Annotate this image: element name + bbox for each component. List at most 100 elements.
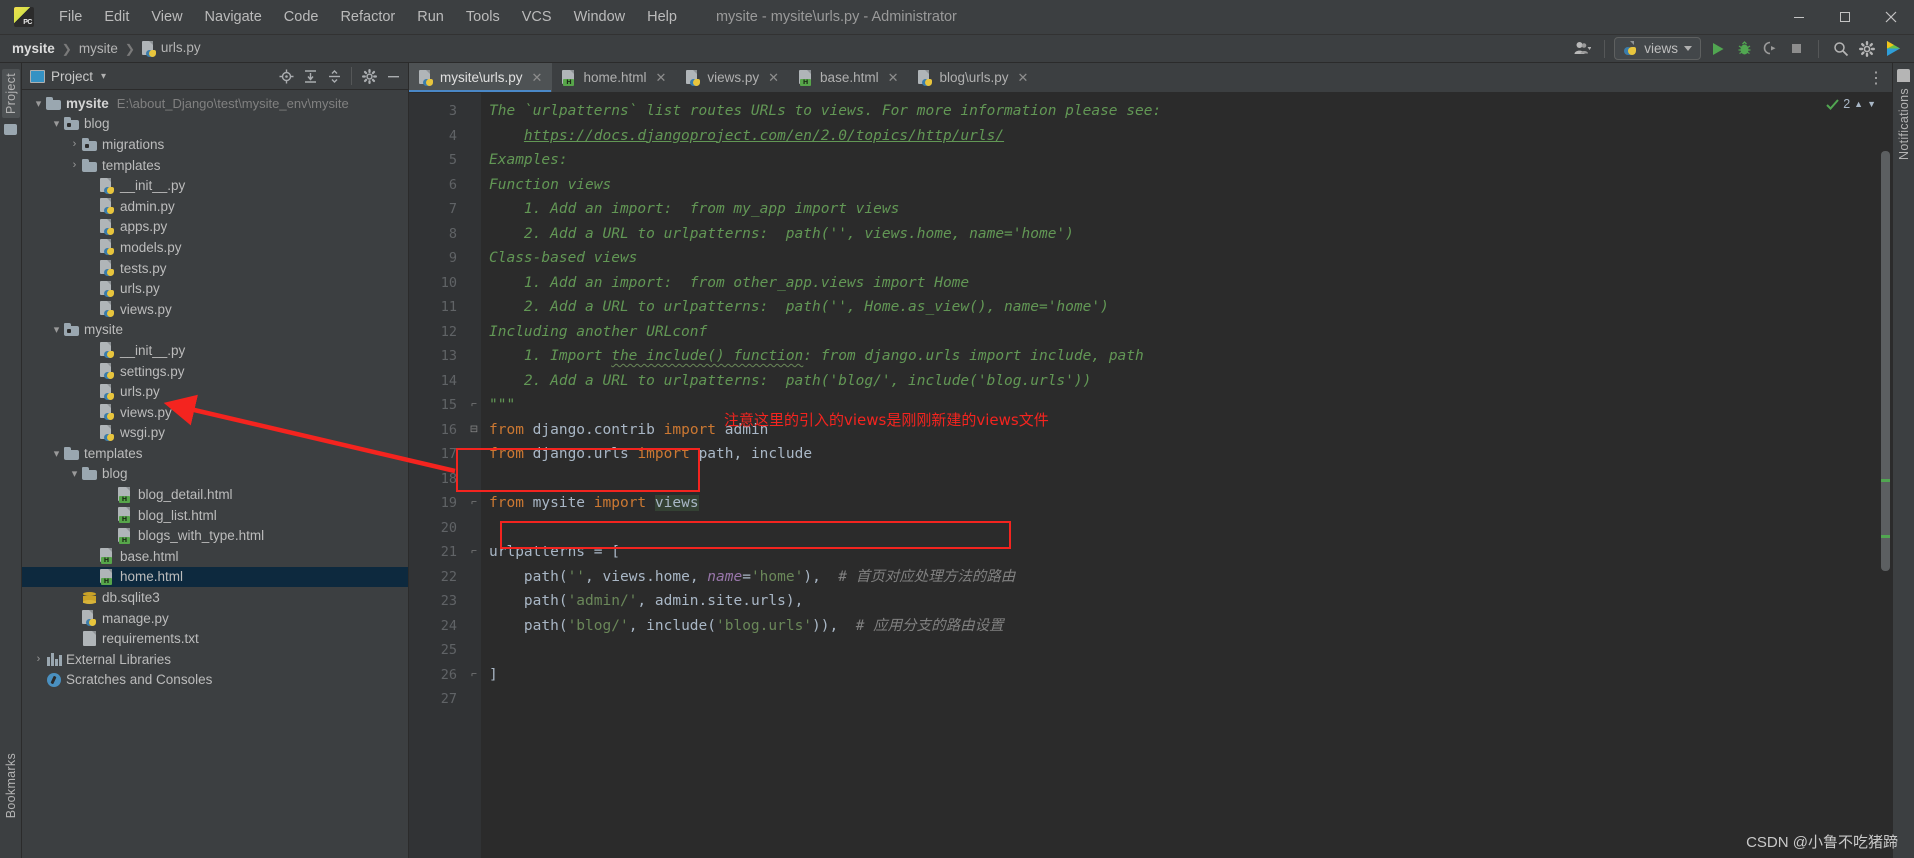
editor-tabs-more-button[interactable]: ⋮ (1868, 63, 1892, 92)
sidebar-tab-bookmarks[interactable]: Bookmarks (4, 753, 18, 818)
chevron-right-icon[interactable]: › (68, 138, 81, 150)
tree-node-views-py[interactable]: views.py (22, 299, 408, 320)
tree-node-urls-py[interactable]: urls.py (22, 381, 408, 402)
stop-button[interactable] (1783, 37, 1809, 61)
chevron-down-icon[interactable]: ▾ (50, 117, 63, 130)
breadcrumb-item-file[interactable]: urls.py (138, 39, 205, 57)
code-fold-marker[interactable]: ⊟ (467, 418, 481, 443)
editor-tab-blog-urls-py[interactable]: blog\urls.py ✕ (908, 63, 1038, 92)
project-settings-button[interactable] (358, 65, 380, 87)
code-editor[interactable]: 3 4 5 6 7 8 9 10 11 12 13 14 15 16 17 18 19 20 21 22 23 24 25 2… (409, 93, 1892, 858)
tree-node-mysite[interactable]: ▾ mysite (22, 320, 408, 341)
code-line: from django.contrib import admin (489, 421, 769, 438)
menu-code[interactable]: Code (273, 5, 330, 29)
tree-node-blog[interactable]: ▾ blog (22, 114, 408, 135)
tree-node-models-py[interactable]: models.py (22, 237, 408, 258)
editor-tab-bar[interactable]: mysite\urls.py ✕ Hhome.html ✕ views.py ✕ Hbase… (409, 63, 1892, 93)
user-icon[interactable] (1569, 37, 1595, 61)
maximize-button[interactable] (1822, 0, 1868, 34)
editor-tab-base-html[interactable]: Hbase.html ✕ (789, 63, 908, 92)
tree-node-blog_list-html[interactable]: Hblog_list.html (22, 505, 408, 526)
editor-tab-home-html[interactable]: Hhome.html ✕ (552, 63, 676, 92)
chevron-down-icon[interactable]: ▾ (32, 97, 45, 110)
menu-vcs[interactable]: VCS (511, 5, 563, 29)
chevron-right-icon[interactable]: › (68, 159, 81, 171)
debug-button[interactable] (1731, 37, 1757, 61)
menu-file[interactable]: File (48, 5, 93, 29)
tree-node-settings-py[interactable]: settings.py (22, 361, 408, 382)
chevron-down-icon[interactable]: ▾ (50, 323, 63, 336)
tree-node-blog[interactable]: ▾ blog (22, 464, 408, 485)
close-tab-icon[interactable]: ✕ (655, 70, 666, 86)
tree-node-mysite[interactable]: ▾ mysite E:\about_Django\test\mysite_env\m… (22, 93, 408, 114)
tree-node-tests-py[interactable]: tests.py (22, 258, 408, 279)
collapse-all-button[interactable] (323, 65, 345, 87)
code-fold-marker[interactable]: ⌐ (467, 540, 481, 565)
close-tab-icon[interactable]: ✕ (532, 70, 543, 86)
editor-scrollbar[interactable] (1878, 93, 1892, 858)
menu-run[interactable]: Run (406, 5, 455, 29)
tree-node-manage-py[interactable]: manage.py (22, 608, 408, 629)
chevron-up-icon[interactable]: ▲ (1854, 99, 1863, 109)
tree-node-apps-py[interactable]: apps.py (22, 217, 408, 238)
run-configuration-selector[interactable]: views (1614, 37, 1701, 60)
settings-button[interactable] (1854, 37, 1880, 61)
run-button[interactable] (1705, 37, 1731, 61)
tree-node-migrations[interactable]: › migrations (22, 134, 408, 155)
breadcrumb-item-module[interactable]: mysite (75, 40, 122, 57)
sidebar-tab-project[interactable]: Project (1, 69, 20, 119)
tree-node-db-sqlite3[interactable]: db.sqlite3 (22, 587, 408, 608)
search-everywhere-button[interactable] (1828, 37, 1854, 61)
ide-features-button[interactable] (1880, 37, 1906, 61)
tree-node-blogs_with_type-html[interactable]: Hblogs_with_type.html (22, 525, 408, 546)
code-fold-marker[interactable]: ⌐ (467, 663, 481, 688)
chevron-right-icon[interactable]: › (32, 653, 45, 665)
tree-node-scratches-and-consoles[interactable]: Scratches and Consoles (22, 670, 408, 691)
menu-help[interactable]: Help (636, 5, 688, 29)
code-folding-gutter[interactable]: ⌐ ⊟ ⌐ ⌐ ⌐ (467, 93, 481, 858)
tree-node-__init__-py[interactable]: __init__.py (22, 340, 408, 361)
close-tab-icon[interactable]: ✕ (768, 70, 779, 86)
menu-window[interactable]: Window (563, 5, 637, 29)
breadcrumb-item-project[interactable]: mysite (8, 40, 59, 57)
minimize-button[interactable] (1776, 0, 1822, 34)
menu-refactor[interactable]: Refactor (329, 5, 406, 29)
menu-edit[interactable]: Edit (93, 5, 140, 29)
run-with-coverage-button[interactable] (1757, 37, 1783, 61)
tree-node-blog_detail-html[interactable]: Hblog_detail.html (22, 484, 408, 505)
close-tab-icon[interactable]: ✕ (888, 70, 899, 86)
menu-tools[interactable]: Tools (455, 5, 511, 29)
tree-node-home-html[interactable]: Hhome.html (22, 566, 408, 588)
tree-node-__init__-py[interactable]: __init__.py (22, 175, 408, 196)
close-tab-icon[interactable]: ✕ (1018, 70, 1029, 86)
tree-node-admin-py[interactable]: admin.py (22, 196, 408, 217)
editor-tab-mysite-urls-py[interactable]: mysite\urls.py ✕ (409, 63, 553, 92)
tree-node-templates[interactable]: › templates (22, 155, 408, 176)
chevron-down-icon[interactable]: ▾ (68, 467, 81, 480)
tree-node-external-libraries[interactable]: › External Libraries (22, 649, 408, 670)
chevron-down-icon[interactable]: ▾ (50, 447, 63, 460)
code-fold-marker[interactable]: ⌐ (467, 491, 481, 516)
chevron-down-icon[interactable]: ▼ (1867, 99, 1876, 109)
tree-node-requirements-txt[interactable]: requirements.txt (22, 628, 408, 649)
project-tree[interactable]: ▾ mysite E:\about_Django\test\mysite_env\m… (22, 90, 408, 858)
menu-navigate[interactable]: Navigate (194, 5, 273, 29)
editor-tab-views-py[interactable]: views.py ✕ (676, 63, 789, 92)
hide-panel-button[interactable] (382, 65, 404, 87)
tree-node-templates[interactable]: ▾ templates (22, 443, 408, 464)
tree-node-views-py[interactable]: views.py (22, 402, 408, 423)
tree-node-urls-py[interactable]: urls.py (22, 278, 408, 299)
code-content[interactable]: The `urlpatterns` list routes URLs to vi… (481, 93, 1878, 858)
code-fold-marker[interactable]: ⌐ (467, 393, 481, 418)
sidebar-tab-notifications[interactable]: Notifications (1897, 88, 1911, 160)
locate-file-button[interactable] (275, 65, 297, 87)
close-button[interactable] (1868, 0, 1914, 34)
menu-view[interactable]: View (140, 5, 193, 29)
tree-node-wsgi-py[interactable]: wsgi.py (22, 423, 408, 444)
tree-node-base-html[interactable]: Hbase.html (22, 546, 408, 567)
inspection-status[interactable]: 2 ▲ ▼ (1826, 97, 1876, 111)
scrollbar-thumb[interactable] (1881, 151, 1890, 571)
project-view-chevron-icon[interactable]: ▾ (101, 71, 106, 82)
expand-all-button[interactable] (299, 65, 321, 87)
